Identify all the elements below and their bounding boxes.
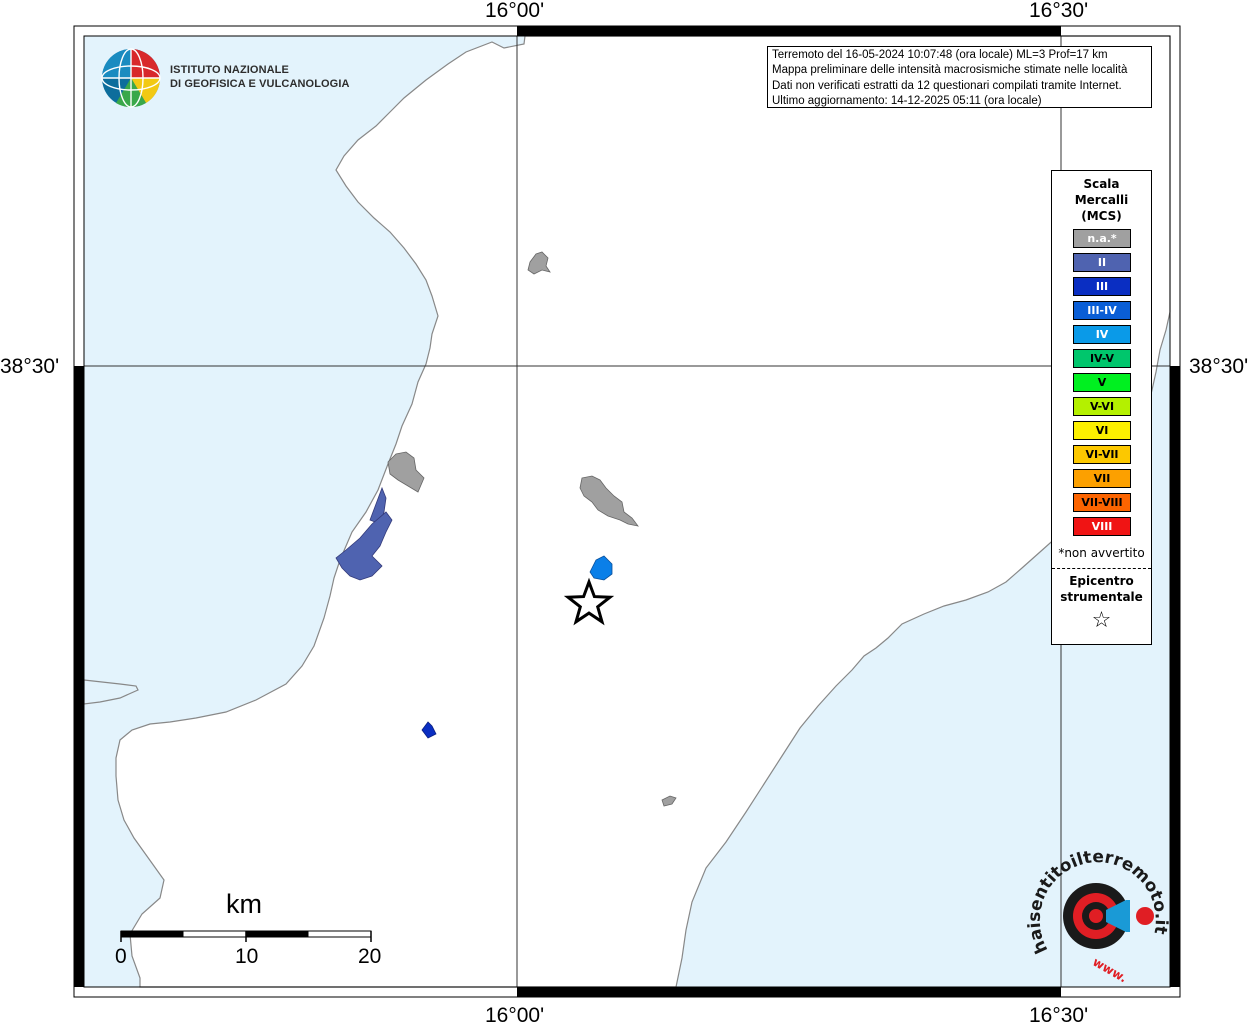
legend-title: Scala Mercalli (MCS) xyxy=(1052,176,1151,224)
legend-swatch: III-IV xyxy=(1073,301,1131,320)
ingv-logo-line2: DI GEOFISICA E VULCANOLOGIA xyxy=(170,77,350,90)
event-info-line2: Mappa preliminare delle intensità macros… xyxy=(772,64,1128,77)
tick-label-bottom-16-30: 16°30' xyxy=(1029,1004,1089,1027)
legend-title-line2: Mercalli xyxy=(1074,193,1129,207)
legend-epicenter-line1: Epicentro xyxy=(1069,574,1134,588)
legend-swatch: n.a.* xyxy=(1073,229,1131,248)
legend-swatch: VII-VIII xyxy=(1073,493,1131,512)
legend-swatch: V-VI xyxy=(1073,397,1131,416)
event-info-box: Terremoto del 16-05-2024 10:07:48 (ora l… xyxy=(767,46,1152,108)
legend-separator xyxy=(1052,568,1151,569)
event-info-line3: Dati non verificati estratti da 12 quest… xyxy=(772,79,1122,92)
scale-bar-title: km xyxy=(226,889,262,919)
legend-epicenter-label: Epicentro strumentale xyxy=(1052,573,1151,605)
legend-swatch: VIII xyxy=(1073,517,1131,536)
legend-swatch: VI-VII xyxy=(1073,445,1131,464)
legend-title-line1: Scala xyxy=(1083,177,1120,191)
legend-title-line3: (MCS) xyxy=(1081,209,1122,223)
tick-label-bottom-16-00: 16°00' xyxy=(485,1004,545,1027)
intensity-legend: Scala Mercalli (MCS) n.a.* II III III-IV IV I… xyxy=(1051,170,1152,645)
tick-label-top-16-00: 16°00' xyxy=(485,0,545,22)
legend-swatch: VI xyxy=(1073,421,1131,440)
event-info-line4: Ultimo aggiornamento: 14-12-2025 05:11 (… xyxy=(772,94,1042,107)
ingv-logo-line1: ISTITUTO NAZIONALE xyxy=(170,64,289,76)
ingv-logo-icon xyxy=(101,48,161,108)
epicenter-star-icon: ☆ xyxy=(1091,608,1112,633)
legend-swatch: IV-V xyxy=(1073,349,1131,368)
legend-swatch: VII xyxy=(1073,469,1131,488)
event-info-line1: Terremoto del 16-05-2024 10:07:48 (ora l… xyxy=(772,49,1108,61)
tick-label-top-16-30: 16°30' xyxy=(1029,0,1089,22)
legend-epicenter-line2: strumentale xyxy=(1060,590,1143,604)
legend-swatch: V xyxy=(1073,373,1131,392)
tick-label-left-38-30: 38°30' xyxy=(0,355,60,378)
scale-bar-label-10: 10 xyxy=(235,945,259,968)
tick-label-right-38-30: 38°30' xyxy=(1189,355,1249,378)
legend-swatch: III xyxy=(1073,277,1131,296)
legend-swatch: IV xyxy=(1073,325,1131,344)
legend-note: *non avvertito xyxy=(1058,546,1145,560)
ingv-logo-text: ISTITUTO NAZIONALE DI GEOFISICA E VULCAN… xyxy=(170,64,350,91)
legend-swatch: II xyxy=(1073,253,1131,272)
scale-bar-label-20: 20 xyxy=(358,945,382,968)
scale-bar-label-0: 0 xyxy=(115,945,127,968)
